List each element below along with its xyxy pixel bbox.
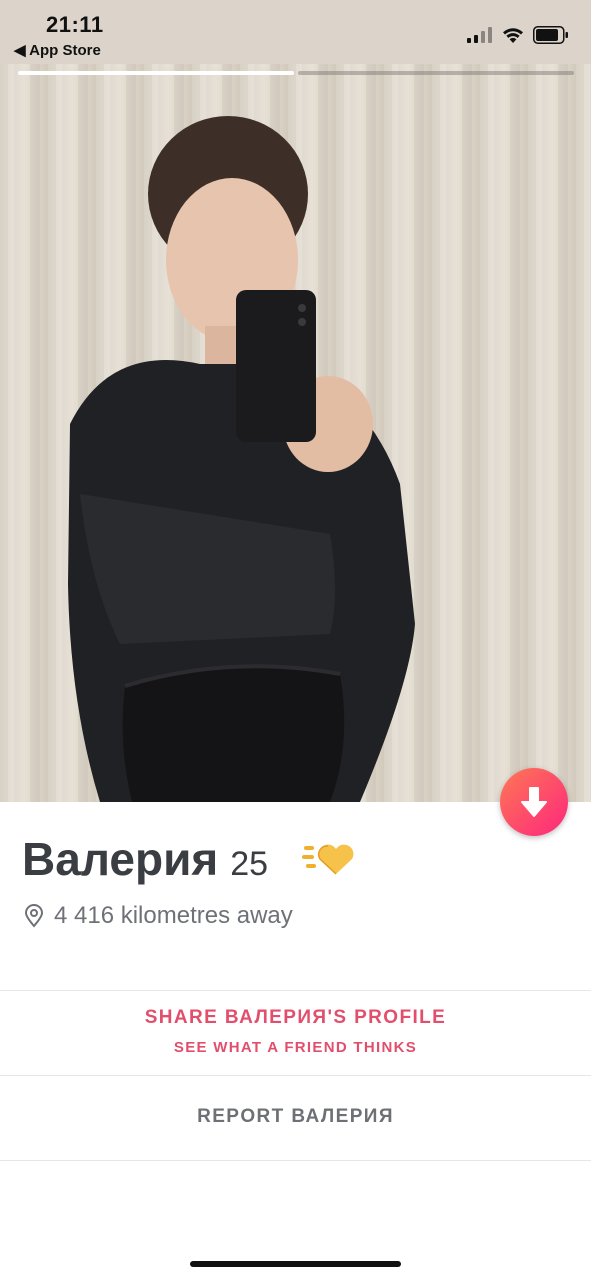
location-pin-icon xyxy=(24,904,44,928)
profile-distance-row: 4 416 kilometres away xyxy=(24,902,293,930)
share-profile-button[interactable]: SHARE ВАЛЕРИЯ'S PROFILE xyxy=(0,1007,591,1029)
share-profile-subtitle[interactable]: SEE WHAT A FRIEND THINKS xyxy=(0,1039,591,1056)
profile-photo-image xyxy=(0,64,591,802)
profile-photo[interactable] xyxy=(0,64,591,802)
divider xyxy=(0,990,591,991)
status-bar: 21:11 ◀ App Store xyxy=(0,0,591,64)
cellular-signal-icon xyxy=(467,27,492,43)
profile-age: 25 xyxy=(230,845,269,883)
super-like-heart-icon xyxy=(302,844,354,875)
profile-distance: 4 416 kilometres away xyxy=(54,902,293,929)
status-icons xyxy=(467,26,569,44)
divider xyxy=(0,1075,591,1076)
photo-progress-segment[interactable] xyxy=(298,71,574,75)
battery-icon xyxy=(533,26,568,44)
profile-name-row: Валерия 25 xyxy=(22,832,268,886)
back-to-app-store-link[interactable]: ◀ App Store xyxy=(14,41,101,59)
status-time: 21:11 xyxy=(46,12,104,37)
wifi-icon xyxy=(503,28,523,43)
photo-progress-segment-active[interactable] xyxy=(18,71,294,75)
profile-name: Валерия xyxy=(22,833,219,885)
profile-info-button[interactable] xyxy=(500,768,568,836)
home-indicator[interactable] xyxy=(190,1261,401,1267)
divider xyxy=(0,1160,591,1161)
report-profile-button[interactable]: REPORT ВАЛЕРИЯ xyxy=(0,1106,591,1128)
photo-progress-bar xyxy=(18,71,574,75)
arrow-down-icon xyxy=(521,787,547,817)
